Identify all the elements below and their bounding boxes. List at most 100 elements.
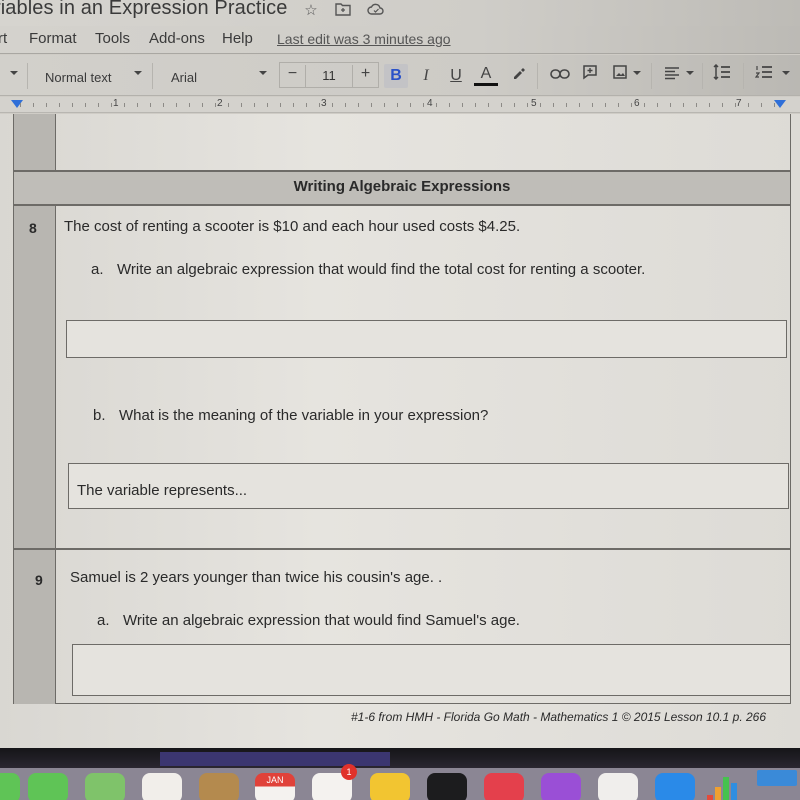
chevron-down-icon[interactable] (782, 71, 790, 75)
answer-box-8a[interactable] (66, 320, 787, 358)
star-icon[interactable]: ☆ (302, 2, 320, 20)
ruler-tick (436, 103, 437, 107)
paragraph-style-select[interactable]: Normal text (45, 70, 111, 85)
cloud-status-icon[interactable] (367, 2, 385, 20)
ruler-tick (670, 103, 671, 107)
ruler-tick (150, 103, 151, 107)
font-family-select[interactable]: Arial (171, 70, 197, 85)
app-store-icon[interactable] (655, 773, 695, 800)
dock: JAN 1 (0, 764, 800, 800)
question-text: The cost of renting a scooter is $10 and… (64, 218, 521, 235)
keynote-icon[interactable] (757, 770, 797, 786)
answer-box-8b[interactable]: The variable represents... (68, 463, 789, 509)
link-icon[interactable] (548, 64, 572, 88)
screen-bezel (0, 748, 800, 768)
notes-icon[interactable] (370, 773, 410, 800)
part-question: Write an algebraic expression that would… (117, 261, 646, 278)
chevron-down-icon[interactable] (134, 71, 142, 75)
ruler-tick (241, 103, 242, 107)
ruler-tick (592, 103, 593, 107)
contacts-icon[interactable] (199, 773, 239, 800)
ruler-tick (449, 103, 450, 107)
image-icon[interactable] (608, 64, 632, 88)
ruler-tick (358, 103, 359, 107)
photos-icon[interactable] (142, 773, 182, 800)
chevron-down-icon[interactable] (633, 71, 641, 75)
menu-bar: rt Format Tools Add-ons Help Last edit w… (0, 26, 800, 54)
ruler-tick (111, 103, 112, 107)
question-text: Samuel is 2 years younger than twice his… (70, 569, 443, 586)
part-label: a. (91, 261, 104, 278)
right-indent-marker[interactable] (774, 100, 786, 108)
ruler-tick (85, 103, 86, 107)
answer-box-9a[interactable] (72, 644, 791, 696)
desktop-wallpaper (160, 752, 390, 766)
ruler-tick (46, 103, 47, 107)
ruler-tick (722, 103, 723, 107)
chevron-down-icon[interactable] (686, 71, 694, 75)
ruler-tick (631, 103, 632, 107)
numbers-icon[interactable] (705, 773, 745, 800)
ruler-tick (306, 103, 307, 107)
menu-insert[interactable]: rt (0, 30, 7, 47)
numbered-list-icon[interactable] (752, 64, 776, 88)
ruler-tick (605, 103, 606, 107)
italic-button[interactable]: I (414, 64, 438, 88)
document-page: Writing Algebraic Expressions 8 The cost… (0, 114, 800, 760)
bold-button[interactable]: B (384, 64, 408, 88)
ruler-tick (215, 103, 216, 107)
ruler-tick (696, 103, 697, 107)
font-size-control: − 11 + (279, 62, 379, 88)
ruler-tick (501, 103, 502, 107)
ruler-tick (293, 103, 294, 107)
font-size-input[interactable]: 11 (306, 68, 352, 83)
increase-font-size-button[interactable]: + (352, 65, 378, 87)
menu-format[interactable]: Format (29, 30, 77, 47)
chevron-down-icon[interactable] (259, 71, 267, 75)
maps-icon[interactable] (85, 773, 125, 800)
document-title[interactable]: riables in an Expression Practice (0, 0, 287, 20)
music-icon[interactable] (484, 773, 524, 800)
question-number: 9 (35, 572, 43, 588)
decrease-font-size-button[interactable]: − (280, 65, 306, 87)
part-label: b. (93, 407, 106, 424)
toolbar-separator (702, 63, 703, 89)
menu-add-ons[interactable]: Add-ons (149, 30, 205, 47)
ruler-tick (332, 103, 333, 107)
ruler-tick (33, 103, 34, 107)
facetime-icon[interactable] (0, 773, 20, 800)
text-color-button[interactable]: A (474, 64, 498, 86)
underline-button[interactable]: U (444, 64, 468, 88)
line-spacing-icon[interactable] (710, 63, 734, 88)
ruler-tick (488, 103, 489, 107)
zoom-dropdown-caret[interactable] (10, 71, 18, 75)
move-to-folder-icon[interactable] (334, 2, 352, 20)
toolbar-separator (27, 63, 28, 89)
ruler-number: 1 (113, 98, 119, 109)
ruler-tick (124, 103, 125, 107)
toolbar-separator (537, 63, 538, 89)
left-indent-marker[interactable] (11, 100, 23, 108)
ruler-tick (228, 103, 229, 107)
comment-icon[interactable] (578, 64, 602, 88)
ruler-tick (20, 103, 21, 107)
highlight-icon[interactable] (506, 64, 530, 88)
podcasts-icon[interactable] (541, 773, 581, 800)
ruler-tick (397, 103, 398, 107)
ruler-tick (163, 103, 164, 107)
last-edit-link[interactable]: Last edit was 3 minutes ago (277, 31, 451, 47)
ruler-tick (514, 103, 515, 107)
menu-tools[interactable]: Tools (95, 30, 130, 47)
ruler-number: 7 (736, 98, 742, 109)
calendar-icon[interactable]: JAN (255, 773, 295, 800)
apple-tv-icon[interactable] (427, 773, 467, 800)
news-icon[interactable] (598, 773, 638, 800)
menu-help[interactable]: Help (222, 30, 253, 47)
ruler-tick (371, 103, 372, 107)
title-bar: riables in an Expression Practice ☆ (0, 0, 800, 26)
messages-icon[interactable] (28, 773, 68, 800)
align-icon[interactable] (660, 64, 684, 88)
ruler-tick (644, 103, 645, 107)
ruler-tick (618, 103, 619, 107)
ruler-tick (410, 103, 411, 107)
